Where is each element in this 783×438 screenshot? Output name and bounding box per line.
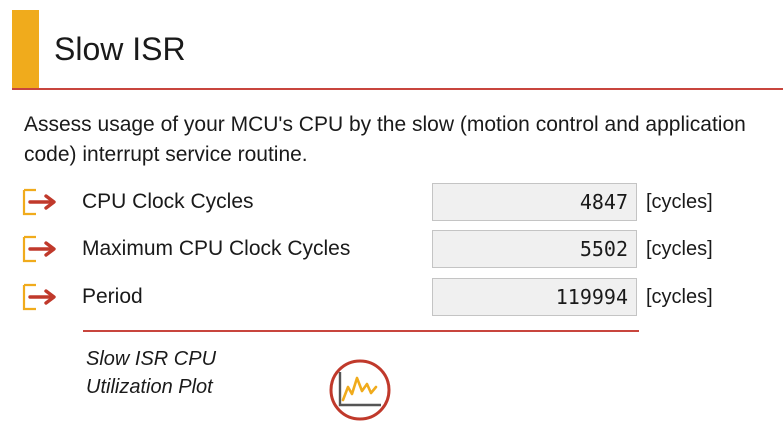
unit-label: [cycles] bbox=[646, 286, 713, 308]
param-row-period: Period 119994 [cycles] bbox=[22, 278, 762, 316]
header-accent-bar bbox=[12, 10, 39, 90]
param-label: Maximum CPU Clock Cycles bbox=[82, 237, 351, 260]
arrow-right-icon bbox=[22, 188, 56, 216]
unit-label: [cycles] bbox=[646, 191, 713, 213]
unit-label: [cycles] bbox=[646, 238, 713, 260]
param-row-cpu-clock-cycles: CPU Clock Cycles 4847 [cycles] bbox=[22, 183, 762, 221]
section-description: Assess usage of your MCU's CPU by the sl… bbox=[24, 113, 746, 166]
cpu-clock-cycles-value[interactable]: 4847 bbox=[432, 183, 637, 221]
max-cpu-clock-cycles-value[interactable]: 5502 bbox=[432, 230, 637, 268]
param-label: Period bbox=[82, 285, 143, 308]
period-value[interactable]: 119994 bbox=[432, 278, 637, 316]
line-chart-icon bbox=[329, 359, 391, 421]
plot-label: Slow ISR CPU Utilization Plot bbox=[86, 348, 217, 398]
section-header: Slow ISR bbox=[0, 10, 783, 90]
param-row-max-cpu-clock-cycles: Maximum CPU Clock Cycles 5502 [cycles] bbox=[22, 230, 762, 268]
arrow-right-icon bbox=[22, 283, 56, 311]
param-label: CPU Clock Cycles bbox=[82, 190, 254, 213]
header-divider bbox=[12, 88, 783, 90]
section-divider bbox=[83, 330, 639, 332]
arrow-right-icon bbox=[22, 235, 56, 263]
utilization-plot-button[interactable] bbox=[316, 354, 404, 426]
page-title: Slow ISR bbox=[54, 31, 186, 67]
